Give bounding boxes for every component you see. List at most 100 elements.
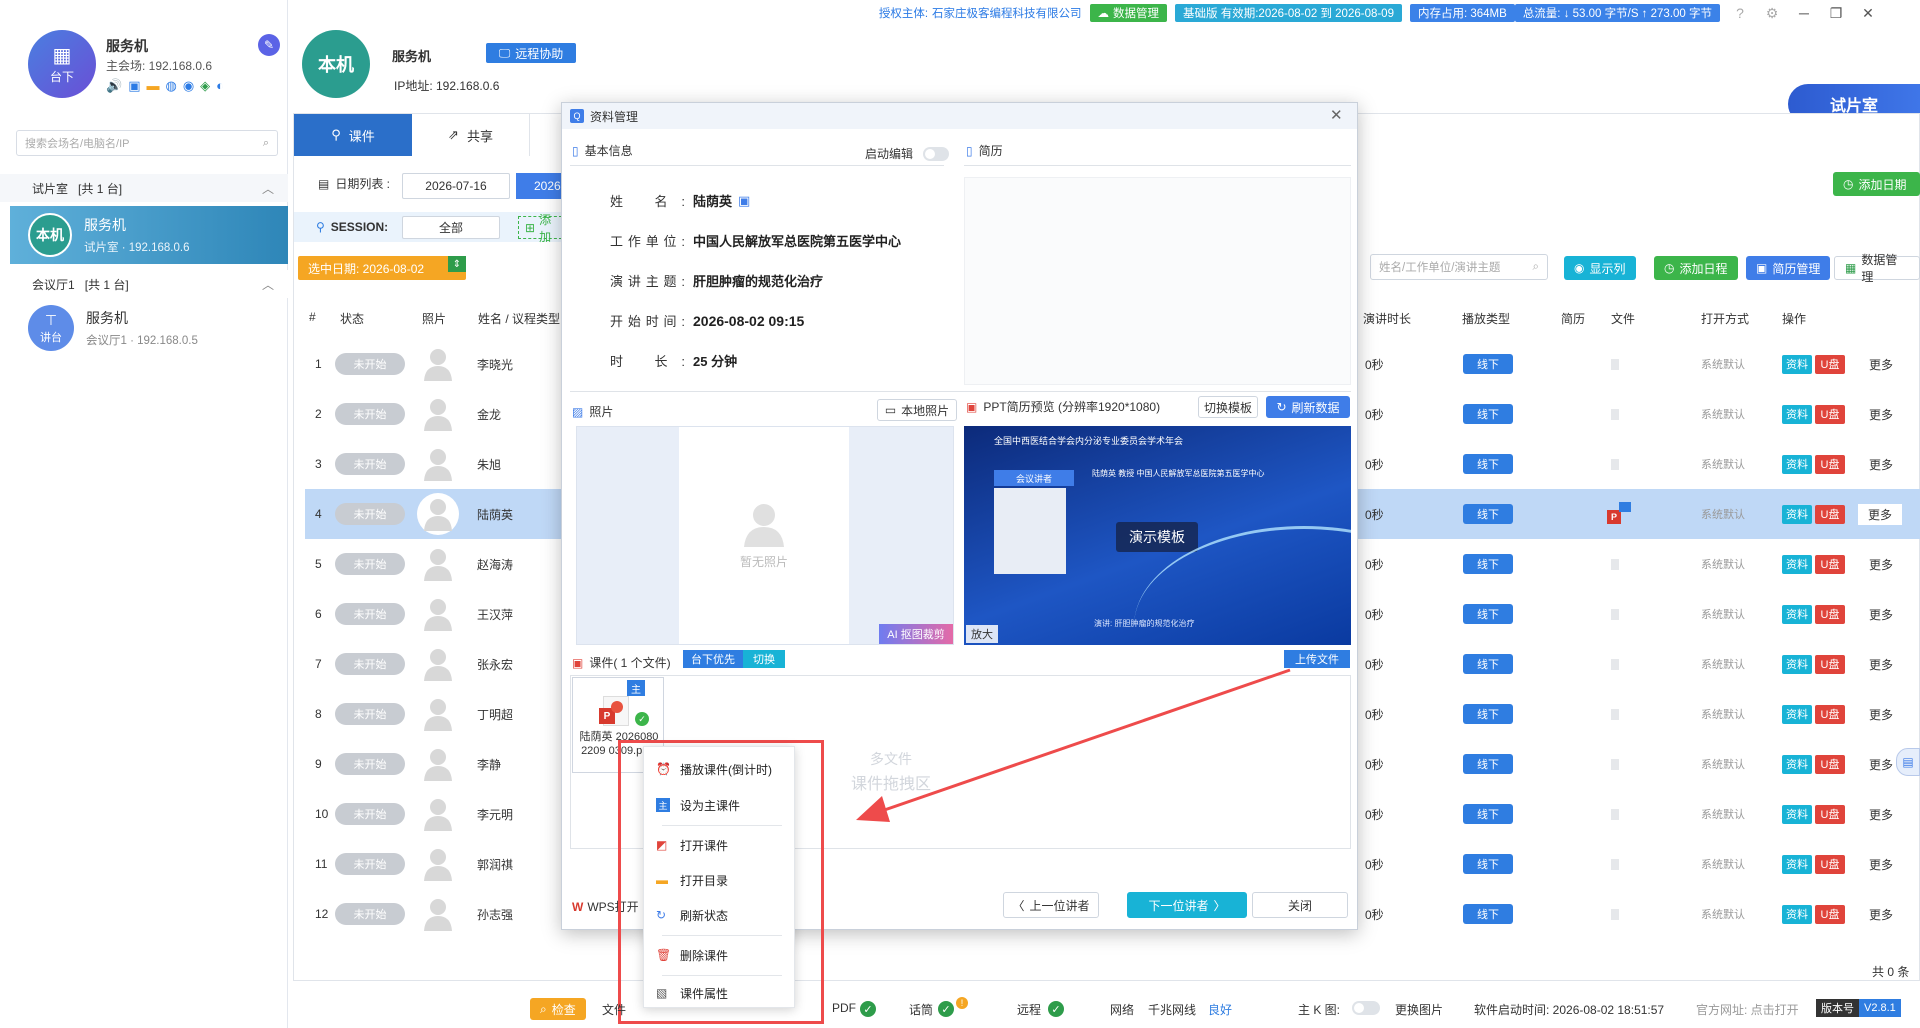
edit-toggle[interactable]	[923, 146, 950, 161]
chevron-up-icon[interactable]: ︿	[262, 180, 274, 197]
switch-image-link[interactable]: 更换图片	[1395, 1001, 1443, 1018]
data-button[interactable]: 资料	[1782, 354, 1812, 374]
date-chip[interactable]: 2026-07-16	[402, 173, 510, 199]
speaker-name[interactable]: 张永宏	[477, 656, 513, 673]
data-button[interactable]: 资料	[1782, 454, 1812, 474]
data-button[interactable]: 资料	[1782, 404, 1812, 424]
play-type[interactable]: 线下	[1463, 754, 1513, 774]
usb-button[interactable]: U盘	[1815, 604, 1845, 624]
speaker-name[interactable]: 李静	[477, 756, 501, 773]
menu-open-folder[interactable]: ▬ 打开目录	[644, 866, 796, 894]
zoom-button[interactable]: 放大	[966, 625, 998, 643]
menu-play-countdown[interactable]: ⏰ 播放课件(倒计时)	[644, 755, 796, 783]
speaker-name[interactable]: 郭润祺	[477, 856, 513, 873]
open-mode[interactable]: 系统默认	[1701, 506, 1745, 522]
play-type[interactable]: 线下	[1463, 654, 1513, 674]
open-mode[interactable]: 系统默认	[1701, 806, 1745, 822]
show-columns-button[interactable]: ◉ 显示列	[1564, 256, 1636, 280]
data-button[interactable]: 资料	[1782, 804, 1812, 824]
speaker-name[interactable]: 赵海涛	[477, 556, 513, 573]
open-mode[interactable]: 系统默认	[1701, 606, 1745, 622]
speaker-name[interactable]: 陆荫英	[477, 506, 513, 523]
data-button[interactable]: 资料	[1782, 704, 1812, 724]
add-date-button[interactable]: ◷ 添加日期	[1833, 172, 1920, 196]
more-button[interactable]: 更多	[1869, 556, 1893, 573]
sort-icon[interactable]: ⇕	[448, 256, 466, 272]
menu-open-course[interactable]: ◩ 打开课件	[644, 831, 796, 859]
open-mode[interactable]: 系统默认	[1701, 556, 1745, 572]
speaker-name[interactable]: 李晓光	[477, 356, 513, 373]
more-button[interactable]: 更多	[1869, 856, 1893, 873]
gear-icon[interactable]: ⚙	[1760, 3, 1784, 23]
menu-delete-course[interactable]: 🗑 删除课件	[644, 941, 796, 969]
usb-button[interactable]: U盘	[1815, 554, 1845, 574]
more-button[interactable]: 更多	[1869, 356, 1893, 373]
device-card-selected[interactable]: 本机 服务机 试片室 · 192.168.0.6	[10, 206, 288, 264]
resume-area[interactable]	[964, 177, 1351, 385]
chevron-up-icon[interactable]: ︿	[262, 276, 274, 293]
check-button[interactable]: ⌕ 检查	[530, 998, 586, 1020]
usb-button[interactable]: U盘	[1815, 804, 1845, 824]
more-button[interactable]: 更多	[1869, 456, 1893, 473]
prefer-toggle[interactable]: 台下优先 切换	[683, 650, 785, 668]
speaker-name[interactable]: 丁明超	[477, 706, 513, 723]
device-card[interactable]: ⊤ 讲台 服务机 会议厅1 · 192.168.0.5	[0, 298, 288, 358]
main-k-toggle[interactable]	[1352, 1001, 1380, 1015]
edit-icon[interactable]: ✎	[258, 34, 280, 56]
add-session-button[interactable]: ⊞ 添加	[518, 213, 562, 244]
open-mode[interactable]: 系统默认	[1701, 406, 1745, 422]
more-button[interactable]: 更多	[1869, 406, 1893, 423]
play-type[interactable]: 线下	[1463, 904, 1513, 924]
dialog-close-icon[interactable]: ✕	[1330, 106, 1343, 124]
usb-button[interactable]: U盘	[1815, 704, 1845, 724]
minimize-button[interactable]: ─	[1792, 3, 1816, 23]
more-button[interactable]: 更多	[1869, 606, 1893, 623]
data-button[interactable]: 资料	[1782, 604, 1812, 624]
usb-button[interactable]: U盘	[1815, 404, 1845, 424]
date-chip-active[interactable]: 2026	[516, 173, 561, 199]
open-mode[interactable]: 系统默认	[1701, 906, 1745, 922]
license-company[interactable]: 石家庄极客编程科技有限公司	[932, 5, 1082, 21]
play-type[interactable]: 线下	[1463, 854, 1513, 874]
play-type[interactable]: 线下	[1463, 404, 1513, 424]
open-mode[interactable]: 系统默认	[1701, 856, 1745, 872]
more-button[interactable]: 更多	[1869, 656, 1893, 673]
data-mgmt-chip[interactable]: ☁ 数据管理	[1089, 4, 1168, 22]
open-mode[interactable]: 系统默认	[1701, 706, 1745, 722]
open-mode[interactable]: 系统默认	[1701, 456, 1745, 472]
play-type[interactable]: 线下	[1463, 804, 1513, 824]
open-mode[interactable]: 系统默认	[1701, 656, 1745, 672]
play-type[interactable]: 线下	[1463, 354, 1513, 374]
data-button[interactable]: 资料	[1782, 754, 1812, 774]
local-photo-button[interactable]: ▭ 本地照片	[877, 399, 957, 421]
session-select[interactable]: 全部	[402, 216, 500, 239]
usb-button[interactable]: U盘	[1815, 754, 1845, 774]
play-type[interactable]: 线下	[1463, 454, 1513, 474]
official-site-link[interactable]: 官方网址: 点击打开	[1696, 1001, 1799, 1018]
ai-crop-button[interactable]: AI 抠图裁剪	[879, 624, 953, 644]
resume-mgmt-button[interactable]: ▣ 简历管理	[1746, 256, 1831, 280]
usb-button[interactable]: U盘	[1815, 354, 1845, 374]
switch-chip[interactable]: 切换	[743, 650, 785, 668]
server-avatar[interactable]: ▦ 台下	[28, 30, 96, 98]
speaker-name[interactable]: 孙志强	[477, 906, 513, 923]
speaker-name[interactable]: 李元明	[477, 806, 513, 823]
menu-set-main[interactable]: 主设为主课件	[644, 791, 796, 819]
usb-button[interactable]: U盘	[1815, 454, 1845, 474]
open-mode[interactable]: 系统默认	[1701, 356, 1745, 372]
speaker-name[interactable]: 金龙	[477, 406, 501, 423]
help-icon[interactable]: ?	[1728, 3, 1752, 23]
speaker-name[interactable]: 王汉萍	[477, 606, 513, 623]
play-type[interactable]: 线下	[1463, 554, 1513, 574]
add-schedule-button[interactable]: ◷ 添加日程	[1654, 256, 1738, 280]
group-header-hall1[interactable]: 会议厅1 [共 1 台] ︿	[0, 270, 288, 298]
close-window-button[interactable]: ✕	[1856, 3, 1880, 23]
more-button[interactable]: 更多	[1869, 906, 1893, 923]
close-dialog-button[interactable]: 关闭	[1252, 892, 1348, 918]
group-header-trial-room[interactable]: 试片室 [共 1 台] ︿	[0, 174, 288, 202]
next-speaker-button[interactable]: 下一位讲者〉	[1127, 892, 1247, 918]
tab-courseware[interactable]: ⚲ 课件	[294, 114, 412, 156]
table-search-input[interactable]: 姓名/工作单位/演讲主题 ⌕	[1370, 254, 1548, 280]
side-panel-icon[interactable]: ▤	[1896, 748, 1920, 776]
more-button[interactable]: 更多	[1858, 503, 1903, 525]
